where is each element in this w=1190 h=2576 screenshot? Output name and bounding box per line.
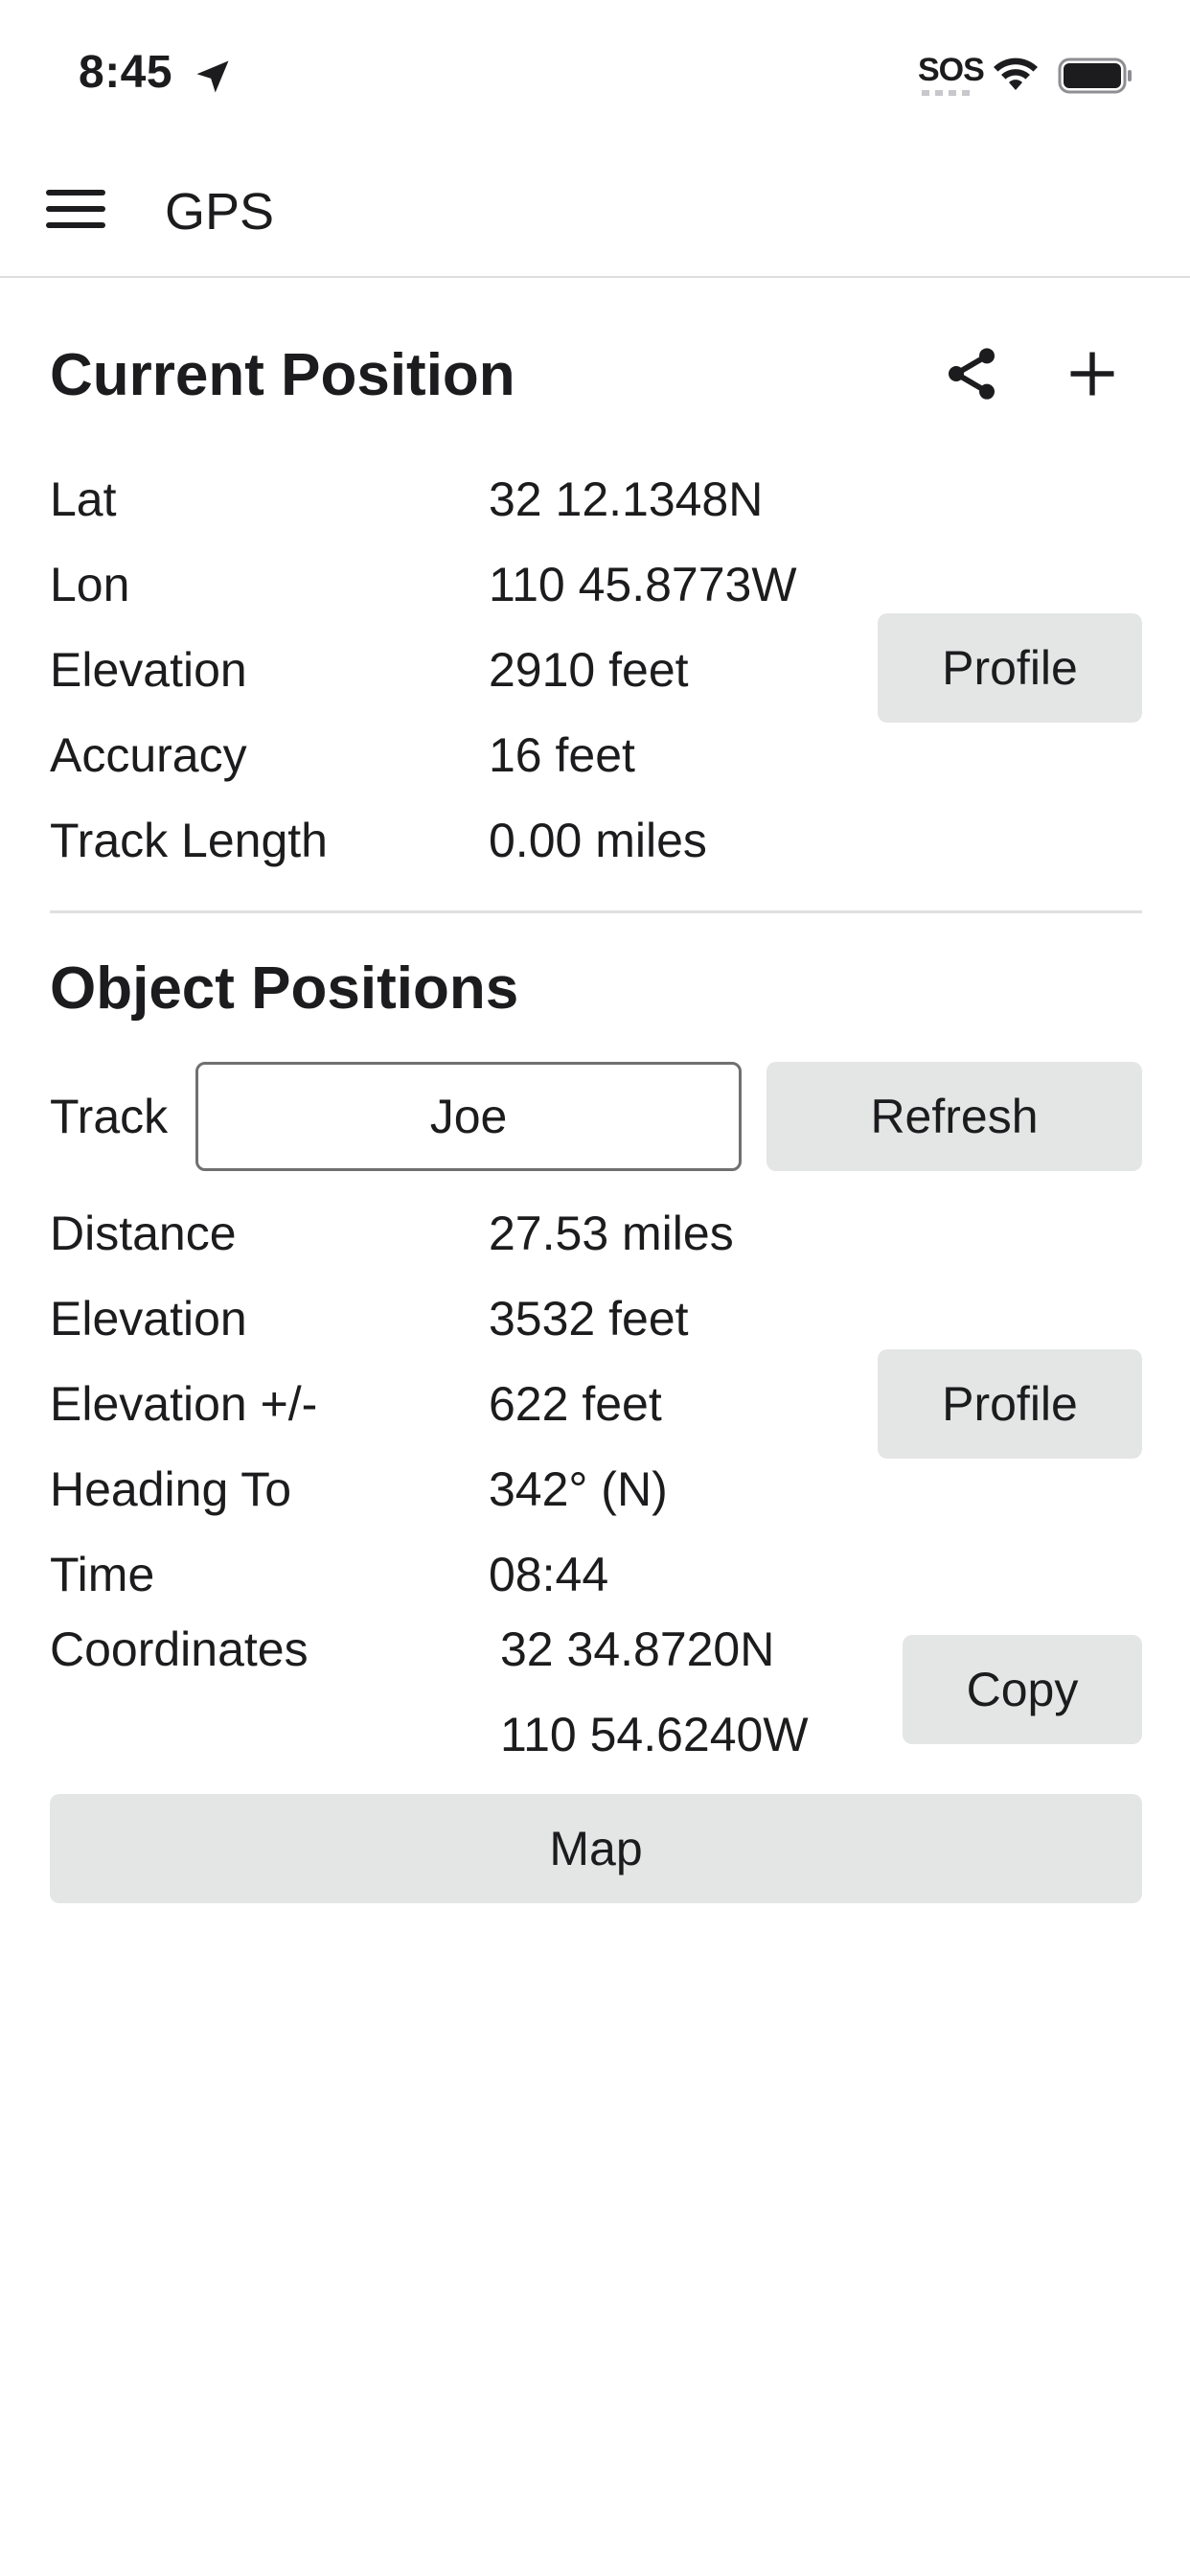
track-selector[interactable]: Joe [195,1062,742,1171]
distance-value: 27.53 miles [489,1207,734,1260]
track-length-label: Track Length [50,814,328,867]
signal-dots-icon [922,90,975,96]
heading-value: 342° (N) [489,1462,668,1516]
share-icon[interactable] [933,335,1010,412]
accuracy-value: 16 feet [489,728,635,782]
coordinates-lat-value: 32 34.8720N [500,1622,775,1676]
elevation-diff-label: Elevation +/- [50,1377,318,1431]
app-title: GPS [165,183,275,241]
status-bar: 8:45 SOS [0,0,1190,144]
current-position-title: Current Position [50,342,515,408]
elevation-value: 2910 feet [489,643,689,697]
add-icon[interactable] [1054,335,1131,412]
wifi-icon [994,58,1038,90]
menu-icon[interactable] [46,190,105,232]
coordinates-label: Coordinates [50,1622,309,1676]
track-label: Track [50,1090,169,1143]
section-divider [50,910,1142,913]
battery-icon [1058,58,1132,94]
status-time: 8:45 [79,47,173,98]
time-label: Time [50,1548,155,1601]
elevation-diff-value: 622 feet [489,1377,662,1431]
sos-indicator: SOS [918,52,985,88]
object-elevation-label: Elevation [50,1292,247,1346]
object-positions-title: Object Positions [50,955,519,1022]
lat-label: Lat [50,472,117,526]
map-button[interactable]: Map [50,1794,1142,1903]
location-arrow-icon [196,60,229,93]
heading-label: Heading To [50,1462,292,1516]
current-profile-button[interactable]: Profile [878,613,1142,723]
object-elevation-value: 3532 feet [489,1292,689,1346]
track-length-value: 0.00 miles [489,814,707,867]
refresh-button[interactable]: Refresh [767,1062,1142,1171]
app-bar: GPS [0,144,1190,278]
copy-button[interactable]: Copy [903,1635,1142,1744]
elevation-label: Elevation [50,643,247,697]
time-value: 08:44 [489,1548,609,1601]
lon-label: Lon [50,558,130,611]
accuracy-label: Accuracy [50,728,247,782]
coordinates-lon-value: 110 54.6240W [500,1708,809,1761]
lon-value: 110 45.8773W [489,558,797,611]
lat-value: 32 12.1348N [489,472,764,526]
object-profile-button[interactable]: Profile [878,1349,1142,1459]
distance-label: Distance [50,1207,237,1260]
